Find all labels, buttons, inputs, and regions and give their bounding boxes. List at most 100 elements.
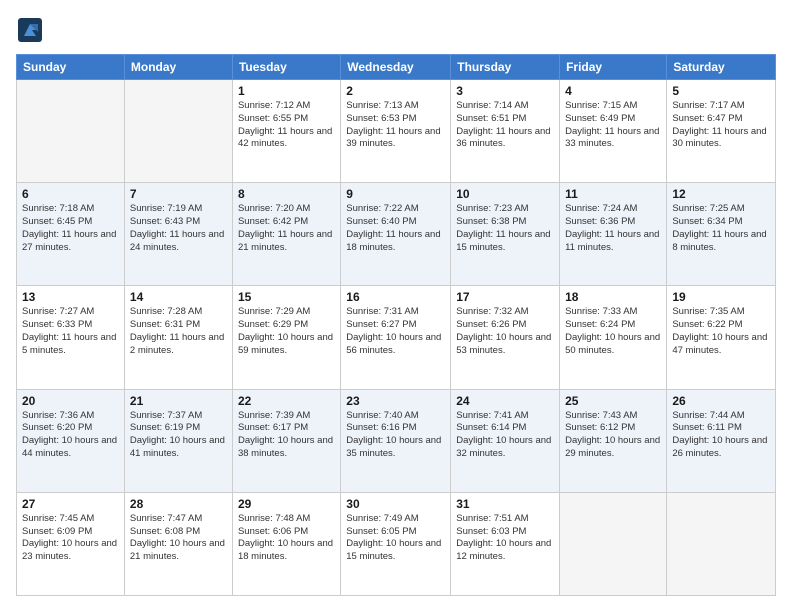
calendar-cell: 17 Sunrise: 7:32 AM Sunset: 6:26 PM Dayli… xyxy=(451,286,560,389)
calendar-cell: 28 Sunrise: 7:47 AM Sunset: 6:08 PM Dayli… xyxy=(124,492,232,595)
calendar-cell: 16Sunrise: 7:31 AM Sunset: 6:27 PM Dayli… xyxy=(341,286,451,389)
calendar-cell: 9 Sunrise: 7:22 AM Sunset: 6:40 PM Daylig… xyxy=(341,183,451,286)
day-header-saturday: Saturday xyxy=(667,55,776,80)
week-row-2: 6 Sunrise: 7:18 AM Sunset: 6:45 PM Daylig… xyxy=(17,183,776,286)
day-info: Sunrise: 7:37 AM Sunset: 6:19 PM Dayligh… xyxy=(130,410,227,461)
day-number: 10 xyxy=(456,187,554,201)
week-row-4: 20 Sunrise: 7:36 AM Sunset: 6:20 PM Dayli… xyxy=(17,389,776,492)
calendar-cell: 21 Sunrise: 7:37 AM Sunset: 6:19 PM Dayli… xyxy=(124,389,232,492)
day-info: Sunrise: 7:29 AM Sunset: 6:29 PM Dayligh… xyxy=(238,306,335,357)
calendar-cell: 15 Sunrise: 7:29 AM Sunset: 6:29 PM Dayli… xyxy=(232,286,340,389)
day-number: 19 xyxy=(672,290,770,304)
day-info: Sunrise: 7:32 AM Sunset: 6:26 PM Dayligh… xyxy=(456,306,554,357)
calendar-cell: 30 Sunrise: 7:49 AM Sunset: 6:05 PM Dayli… xyxy=(341,492,451,595)
day-number: 24 xyxy=(456,394,554,408)
day-info: Sunrise: 7:40 AM Sunset: 6:16 PM Dayligh… xyxy=(346,410,445,461)
day-number: 31 xyxy=(456,497,554,511)
day-number: 2 xyxy=(346,84,445,98)
day-info: Sunrise: 7:51 AM Sunset: 6:03 PM Dayligh… xyxy=(456,513,554,564)
day-info: Sunrise: 7:22 AM Sunset: 6:40 PM Dayligh… xyxy=(346,203,445,254)
calendar-cell: 2 Sunrise: 7:13 AM Sunset: 6:53 PM Daylig… xyxy=(341,80,451,183)
day-number: 25 xyxy=(565,394,661,408)
day-header-monday: Monday xyxy=(124,55,232,80)
day-header-tuesday: Tuesday xyxy=(232,55,340,80)
day-info: Sunrise: 7:45 AM Sunset: 6:09 PM Dayligh… xyxy=(22,513,119,564)
day-info: Sunrise: 7:36 AM Sunset: 6:20 PM Dayligh… xyxy=(22,410,119,461)
day-number: 29 xyxy=(238,497,335,511)
day-info: Sunrise: 7:25 AM Sunset: 6:34 PM Dayligh… xyxy=(672,203,770,254)
day-info: Sunrise: 7:12 AM Sunset: 6:55 PM Dayligh… xyxy=(238,100,335,151)
day-info: Sunrise: 7:39 AM Sunset: 6:17 PM Dayligh… xyxy=(238,410,335,461)
calendar-cell: 27Sunrise: 7:45 AM Sunset: 6:09 PM Dayli… xyxy=(17,492,125,595)
calendar-cell: 12 Sunrise: 7:25 AM Sunset: 6:34 PM Dayli… xyxy=(667,183,776,286)
day-info: Sunrise: 7:20 AM Sunset: 6:42 PM Dayligh… xyxy=(238,203,335,254)
day-number: 3 xyxy=(456,84,554,98)
calendar-cell: 20 Sunrise: 7:36 AM Sunset: 6:20 PM Dayli… xyxy=(17,389,125,492)
calendar-cell: 24Sunrise: 7:41 AM Sunset: 6:14 PM Dayli… xyxy=(451,389,560,492)
calendar-cell: 1 Sunrise: 7:12 AM Sunset: 6:55 PM Daylig… xyxy=(232,80,340,183)
day-info: Sunrise: 7:19 AM Sunset: 6:43 PM Dayligh… xyxy=(130,203,227,254)
day-header-sunday: Sunday xyxy=(17,55,125,80)
page: SundayMondayTuesdayWednesdayThursdayFrid… xyxy=(0,0,792,612)
day-info: Sunrise: 7:48 AM Sunset: 6:06 PM Dayligh… xyxy=(238,513,335,564)
calendar-cell: 5 Sunrise: 7:17 AM Sunset: 6:47 PM Daylig… xyxy=(667,80,776,183)
day-info: Sunrise: 7:14 AM Sunset: 6:51 PM Dayligh… xyxy=(456,100,554,151)
day-number: 7 xyxy=(130,187,227,201)
logo-icon xyxy=(16,16,44,44)
day-number: 17 xyxy=(456,290,554,304)
day-number: 14 xyxy=(130,290,227,304)
day-info: Sunrise: 7:47 AM Sunset: 6:08 PM Dayligh… xyxy=(130,513,227,564)
calendar-cell: 3 Sunrise: 7:14 AM Sunset: 6:51 PM Daylig… xyxy=(451,80,560,183)
calendar-cell: 8Sunrise: 7:20 AM Sunset: 6:42 PM Daylig… xyxy=(232,183,340,286)
day-number: 21 xyxy=(130,394,227,408)
calendar-cell: 18Sunrise: 7:33 AM Sunset: 6:24 PM Dayli… xyxy=(560,286,667,389)
day-header-thursday: Thursday xyxy=(451,55,560,80)
calendar-cell xyxy=(667,492,776,595)
day-info: Sunrise: 7:28 AM Sunset: 6:31 PM Dayligh… xyxy=(130,306,227,357)
day-number: 12 xyxy=(672,187,770,201)
week-row-3: 13 Sunrise: 7:27 AM Sunset: 6:33 PM Dayli… xyxy=(17,286,776,389)
logo xyxy=(16,16,48,44)
calendar-cell: 4Sunrise: 7:15 AM Sunset: 6:49 PM Daylig… xyxy=(560,80,667,183)
day-info: Sunrise: 7:13 AM Sunset: 6:53 PM Dayligh… xyxy=(346,100,445,151)
day-number: 5 xyxy=(672,84,770,98)
day-number: 13 xyxy=(22,290,119,304)
calendar-cell: 22 Sunrise: 7:39 AM Sunset: 6:17 PM Dayli… xyxy=(232,389,340,492)
calendar-cell: 11Sunrise: 7:24 AM Sunset: 6:36 PM Dayli… xyxy=(560,183,667,286)
day-number: 6 xyxy=(22,187,119,201)
calendar-cell: 6 Sunrise: 7:18 AM Sunset: 6:45 PM Daylig… xyxy=(17,183,125,286)
calendar-cell xyxy=(17,80,125,183)
day-number: 28 xyxy=(130,497,227,511)
day-number: 15 xyxy=(238,290,335,304)
day-number: 30 xyxy=(346,497,445,511)
day-info: Sunrise: 7:27 AM Sunset: 6:33 PM Dayligh… xyxy=(22,306,119,357)
week-row-5: 27Sunrise: 7:45 AM Sunset: 6:09 PM Dayli… xyxy=(17,492,776,595)
day-info: Sunrise: 7:43 AM Sunset: 6:12 PM Dayligh… xyxy=(565,410,661,461)
day-info: Sunrise: 7:15 AM Sunset: 6:49 PM Dayligh… xyxy=(565,100,661,151)
calendar-cell: 23 Sunrise: 7:40 AM Sunset: 6:16 PM Dayli… xyxy=(341,389,451,492)
day-info: Sunrise: 7:44 AM Sunset: 6:11 PM Dayligh… xyxy=(672,410,770,461)
calendar-cell: 13 Sunrise: 7:27 AM Sunset: 6:33 PM Dayli… xyxy=(17,286,125,389)
header-row: SundayMondayTuesdayWednesdayThursdayFrid… xyxy=(17,55,776,80)
day-number: 16 xyxy=(346,290,445,304)
day-number: 22 xyxy=(238,394,335,408)
day-header-friday: Friday xyxy=(560,55,667,80)
day-number: 1 xyxy=(238,84,335,98)
calendar-cell: 25 Sunrise: 7:43 AM Sunset: 6:12 PM Dayli… xyxy=(560,389,667,492)
calendar-cell: 19 Sunrise: 7:35 AM Sunset: 6:22 PM Dayli… xyxy=(667,286,776,389)
day-info: Sunrise: 7:17 AM Sunset: 6:47 PM Dayligh… xyxy=(672,100,770,151)
day-info: Sunrise: 7:18 AM Sunset: 6:45 PM Dayligh… xyxy=(22,203,119,254)
day-info: Sunrise: 7:49 AM Sunset: 6:05 PM Dayligh… xyxy=(346,513,445,564)
day-number: 20 xyxy=(22,394,119,408)
calendar-table: SundayMondayTuesdayWednesdayThursdayFrid… xyxy=(16,54,776,596)
header xyxy=(16,16,776,44)
calendar-cell: 26 Sunrise: 7:44 AM Sunset: 6:11 PM Dayli… xyxy=(667,389,776,492)
calendar-cell: 31 Sunrise: 7:51 AM Sunset: 6:03 PM Dayli… xyxy=(451,492,560,595)
day-number: 23 xyxy=(346,394,445,408)
calendar-cell: 7 Sunrise: 7:19 AM Sunset: 6:43 PM Daylig… xyxy=(124,183,232,286)
week-row-1: 1 Sunrise: 7:12 AM Sunset: 6:55 PM Daylig… xyxy=(17,80,776,183)
day-info: Sunrise: 7:23 AM Sunset: 6:38 PM Dayligh… xyxy=(456,203,554,254)
day-number: 26 xyxy=(672,394,770,408)
day-info: Sunrise: 7:35 AM Sunset: 6:22 PM Dayligh… xyxy=(672,306,770,357)
day-number: 9 xyxy=(346,187,445,201)
